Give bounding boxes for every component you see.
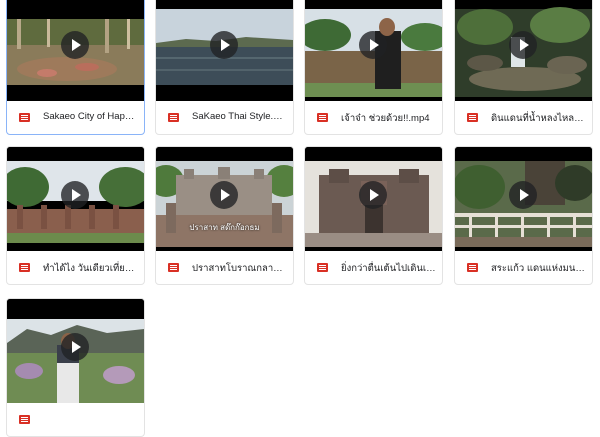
video-file-icon [19, 113, 30, 122]
video-thumbnail [455, 147, 592, 251]
video-tile[interactable]: SaKaeo Thai Style.mov [155, 0, 294, 135]
video-thumbnail [7, 299, 144, 403]
play-icon[interactable] [359, 31, 387, 59]
video-file-icon [467, 263, 478, 272]
file-name: ทำได้ไง วันเดียวเที่ยวสระ... [43, 263, 138, 274]
file-name-bar: ยิ่งกว่าตื่นเต้นไปเดินเล่น... [305, 251, 442, 284]
video-file-icon [168, 113, 179, 122]
video-tile[interactable]: ดินแดนที่น้ำหลงไหล.mp4 [454, 0, 593, 135]
video-file-icon [19, 263, 30, 272]
video-file-icon [317, 113, 328, 122]
video-tile[interactable]: Sakaeo City of Happi... [6, 0, 145, 135]
video-thumbnail [7, 147, 144, 251]
file-name: SaKaeo Thai Style.mov [192, 111, 287, 122]
file-name-bar: Sakaeo City of Happi... [7, 101, 144, 134]
video-tile[interactable]: เจ้าจ๋า ช่วยด้วย!!.mp4 [304, 0, 443, 135]
video-thumbnail [156, 0, 293, 101]
video-thumbnail [305, 147, 442, 251]
file-name-bar: สระแก้ว แดนแห่งมนต์ข... [455, 251, 592, 284]
video-file-icon [19, 415, 30, 424]
file-name-bar: ดินแดนที่น้ำหลงไหล.mp4 [455, 101, 592, 134]
file-name: Sakaeo City of Happi... [43, 111, 138, 122]
play-icon[interactable] [509, 181, 537, 209]
play-icon[interactable] [359, 181, 387, 209]
file-name: ดินแดนที่น้ำหลงไหล.mp4 [491, 113, 586, 124]
video-file-grid: Sakaeo City of Happi... SaKaeo Thai Styl… [0, 0, 600, 437]
video-file-icon [317, 263, 328, 272]
video-thumbnail: ปราสาท สด๊กก๊อกธม [156, 147, 293, 251]
video-thumbnail [7, 0, 144, 101]
video-file-icon [168, 263, 179, 272]
video-tile[interactable]: ยิ่งกว่าตื่นเต้นไปเดินเล่น... [304, 146, 443, 285]
file-name-bar: เจ้าจ๋า ช่วยด้วย!!.mp4 [305, 101, 442, 134]
video-file-icon [467, 113, 478, 122]
file-name: ยิ่งกว่าตื่นเต้นไปเดินเล่น... [341, 263, 436, 274]
video-thumbnail [455, 0, 592, 101]
file-name-bar: ทำได้ไง วันเดียวเที่ยวสระ... [7, 251, 144, 284]
video-thumbnail [305, 0, 442, 101]
play-icon[interactable] [61, 181, 89, 209]
play-icon[interactable] [210, 181, 238, 209]
file-name-bar: ปราสาทโบราณกลางป่า... [156, 251, 293, 284]
video-caption: ปราสาท สด๊กก๊อกธม [189, 223, 260, 232]
play-icon[interactable] [61, 31, 89, 59]
file-name-bar [7, 403, 144, 436]
file-name: ปราสาทโบราณกลางป่า... [192, 263, 287, 274]
video-tile[interactable]: สระแก้ว แดนแห่งมนต์ข... [454, 146, 593, 285]
file-name: สระแก้ว แดนแห่งมนต์ข... [491, 263, 586, 274]
file-name-bar: SaKaeo Thai Style.mov [156, 101, 293, 134]
play-icon[interactable] [61, 333, 89, 361]
play-icon[interactable] [210, 31, 238, 59]
video-tile[interactable] [6, 298, 145, 437]
video-tile[interactable]: ทำได้ไง วันเดียวเที่ยวสระ... [6, 146, 145, 285]
video-tile[interactable]: ปราสาท สด๊กก๊อกธม ปราสาทโบราณกลางป่า... [155, 146, 294, 285]
file-name: เจ้าจ๋า ช่วยด้วย!!.mp4 [341, 113, 430, 124]
play-icon[interactable] [509, 31, 537, 59]
